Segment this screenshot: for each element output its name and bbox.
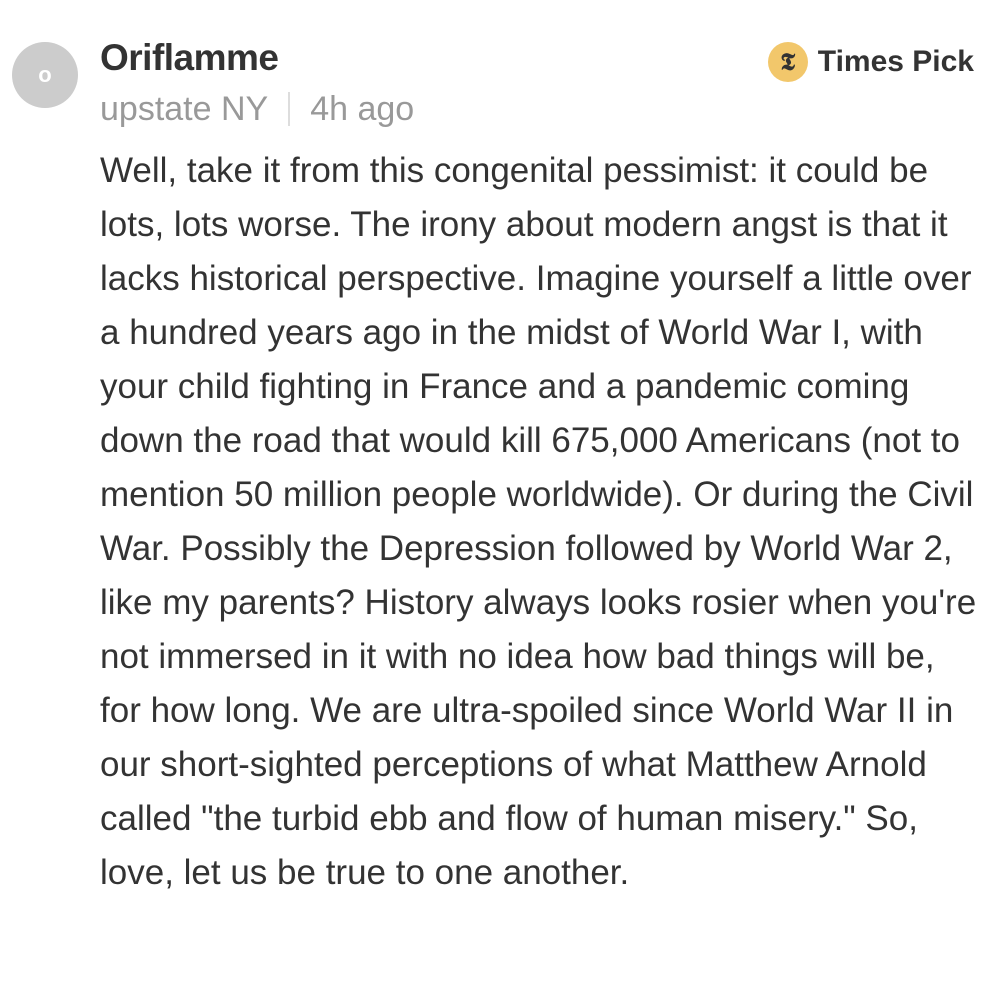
nyt-logo-icon: 𝕿: [767, 42, 808, 82]
comment-username[interactable]: Oriflamme: [100, 36, 279, 80]
times-pick-badge: 𝕿 Times Pick: [767, 42, 974, 82]
avatar[interactable]: o: [12, 42, 78, 108]
times-pick-label: Times Pick: [817, 45, 974, 78]
comment-meta: upstate NY 4h ago: [100, 88, 414, 130]
comment-body: Well, take it from this congenital pessi…: [100, 151, 977, 892]
comment-location: upstate NY: [100, 90, 269, 128]
meta-divider: [288, 92, 291, 126]
comment-card: o Oriflamme upstate NY 4h ago 𝕿 Times Pi…: [0, 0, 1004, 988]
comment-timestamp: 4h ago: [310, 90, 415, 128]
